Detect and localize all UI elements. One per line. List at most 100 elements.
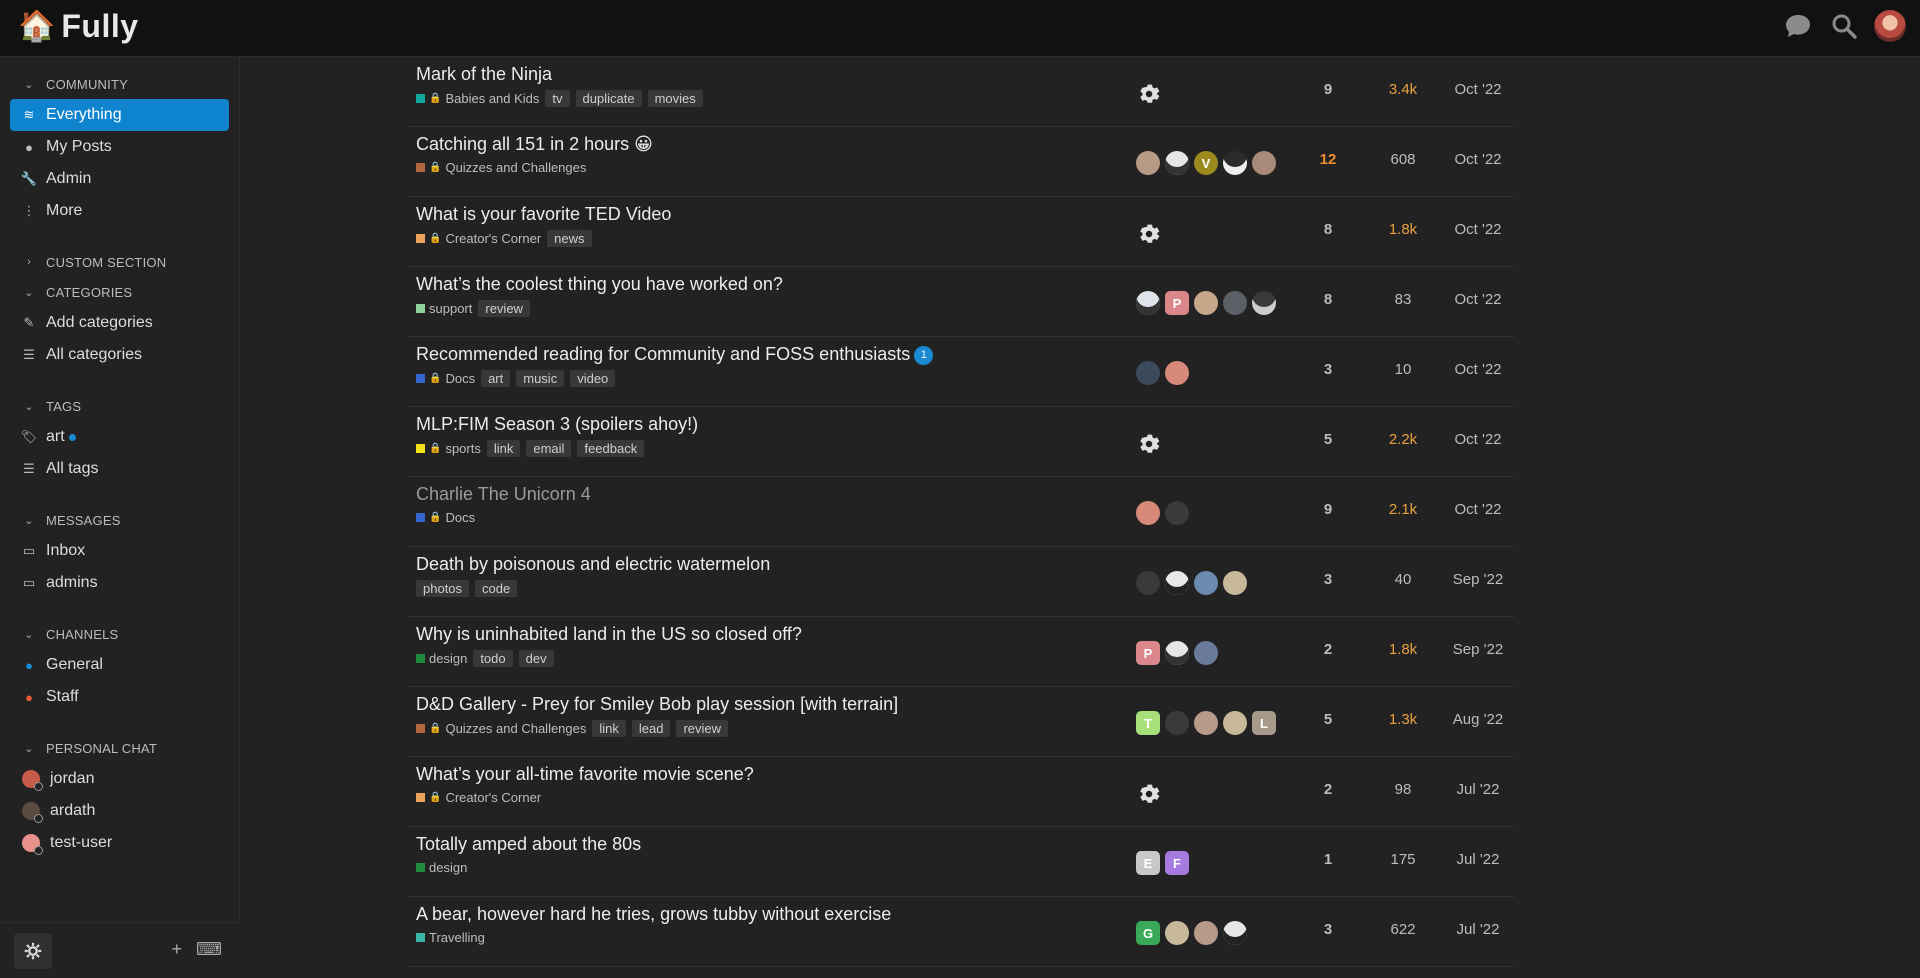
avatar[interactable]: G — [1136, 921, 1160, 945]
avatar[interactable] — [1165, 501, 1189, 525]
reply-count[interactable]: 8 — [1308, 291, 1348, 308]
sidebar-item-chat-test-user[interactable]: test-user — [0, 827, 239, 859]
topic-title[interactable]: Mark of the Ninja — [416, 64, 552, 85]
topic-title-text[interactable]: What’s your all-time favorite movie scen… — [416, 764, 754, 784]
reply-count[interactable]: 2 — [1308, 641, 1348, 658]
topic-row[interactable]: What is your favorite TED Video 🔒 Creator'… — [408, 197, 1514, 267]
activity-date[interactable]: Jul '22 — [1448, 851, 1508, 868]
category-name[interactable]: support — [429, 301, 472, 316]
topic-row[interactable]: Charlie The Unicorn 4 🔒 Docs 9 2.1k Oct '22 — [408, 477, 1514, 547]
avatar[interactable] — [1252, 291, 1276, 315]
sidebar-item-all-tags[interactable]: ☰ All tags — [0, 453, 239, 485]
topic-tag[interactable]: email — [526, 440, 572, 457]
section-channels[interactable]: ⌄ CHANNELS — [0, 619, 239, 649]
category-name[interactable]: Babies and Kids — [445, 91, 539, 106]
gear-icon[interactable] — [1136, 221, 1162, 252]
reply-count[interactable]: 8 — [1308, 221, 1348, 238]
topic-tag[interactable]: dev — [518, 650, 554, 667]
topic-row[interactable]: What’s your all-time favorite movie scen… — [408, 757, 1514, 827]
sidebar-item-my-posts[interactable]: ● My Posts — [0, 131, 239, 163]
sidebar-item-channel-general[interactable]: ● General — [0, 649, 239, 681]
avatar[interactable] — [1252, 151, 1276, 175]
avatar[interactable] — [1165, 921, 1189, 945]
topic-row[interactable]: Catching all 151 in 2 hours 😀 🔒 Quizzes an… — [408, 127, 1514, 197]
topic-title[interactable]: A bear, however hard he tries, grows tub… — [416, 904, 891, 925]
activity-date[interactable]: Oct '22 — [1448, 501, 1508, 518]
topic-title[interactable]: MLP:FIM Season 3 (spoilers ahoy!) — [416, 414, 698, 435]
avatar[interactable] — [1165, 641, 1189, 665]
topic-title-text[interactable]: Charlie The Unicorn 4 — [416, 484, 591, 504]
reply-count[interactable]: 3 — [1308, 571, 1348, 588]
topic-title-text[interactable]: A bear, however hard he tries, grows tub… — [416, 904, 891, 924]
site-logo[interactable]: 🏠 Fully — [18, 8, 139, 45]
gear-icon[interactable] — [1136, 781, 1162, 812]
avatar[interactable] — [1165, 151, 1189, 175]
topic-title-text[interactable]: Totally amped about the 80s — [416, 834, 641, 854]
topic-tag[interactable]: art — [481, 370, 511, 387]
topic-tag[interactable]: review — [478, 300, 530, 317]
reply-count[interactable]: 2 — [1308, 781, 1348, 798]
category-badge[interactable]: Travelling — [416, 930, 485, 945]
avatar[interactable]: T — [1136, 711, 1160, 735]
section-tags[interactable]: ⌄ TAGS — [0, 391, 239, 421]
topic-row[interactable]: Recommended reading for Community and FO… — [408, 337, 1514, 407]
avatar[interactable]: F — [1165, 851, 1189, 875]
avatar[interactable] — [1194, 641, 1218, 665]
category-name[interactable]: Creator's Corner — [445, 231, 541, 246]
reply-count[interactable]: 9 — [1308, 501, 1348, 518]
topic-title-text[interactable]: Catching all 151 in 2 hours 😀 — [416, 134, 653, 154]
topic-row[interactable]: Why is uninhabited land in the US so clo… — [408, 617, 1514, 687]
topic-title-text[interactable]: Death by poisonous and electric watermel… — [416, 554, 770, 574]
avatar[interactable]: V — [1194, 151, 1218, 175]
avatar[interactable] — [1194, 711, 1218, 735]
section-community[interactable]: ⌄ COMMUNITY — [0, 69, 239, 99]
activity-date[interactable]: Oct '22 — [1448, 361, 1508, 378]
topic-tag[interactable]: photos — [416, 580, 470, 597]
reply-count[interactable]: 12 — [1308, 151, 1348, 168]
avatar[interactable] — [1165, 571, 1189, 595]
topic-title-text[interactable]: Mark of the Ninja — [416, 64, 552, 84]
topic-title-text[interactable]: What’s the coolest thing you have worked… — [416, 274, 783, 294]
reply-count[interactable]: 1 — [1308, 851, 1348, 868]
topic-tag[interactable]: link — [486, 440, 521, 457]
topic-tag[interactable]: news — [547, 230, 592, 247]
topic-title[interactable]: Charlie The Unicorn 4 — [416, 484, 591, 505]
topic-row[interactable]: Death by poisonous and electric watermel… — [408, 547, 1514, 617]
category-badge[interactable]: design — [416, 651, 467, 666]
avatar[interactable] — [1136, 501, 1160, 525]
sidebar-item-inbox[interactable]: ▭ Inbox — [0, 535, 239, 567]
topic-row[interactable]: Totally amped about the 80s design E F 1 175 J… — [408, 827, 1514, 897]
category-name[interactable]: Travelling — [429, 930, 485, 945]
category-badge[interactable]: 🔒 sports — [416, 441, 481, 456]
sidebar-item-admins[interactable]: ▭ admins — [0, 567, 239, 599]
avatar[interactable] — [1223, 921, 1247, 945]
activity-date[interactable]: Oct '22 — [1448, 431, 1508, 448]
sidebar-item-chat-jordan[interactable]: jordan — [0, 763, 239, 795]
avatar[interactable]: E — [1136, 851, 1160, 875]
topic-row[interactable]: Mark of the Ninja 🔒 Babies and Kids tv dupli… — [408, 57, 1514, 127]
reply-count[interactable]: 3 — [1308, 361, 1348, 378]
activity-date[interactable]: Sep '22 — [1448, 571, 1508, 588]
category-badge[interactable]: 🔒 Creator's Corner — [416, 231, 541, 246]
activity-date[interactable]: Oct '22 — [1448, 221, 1508, 238]
topic-row[interactable]: A bear, however hard he tries, grows tub… — [408, 897, 1514, 967]
topic-title[interactable]: Recommended reading for Community and FO… — [416, 344, 934, 365]
section-messages[interactable]: ⌄ MESSAGES — [0, 505, 239, 535]
avatar[interactable] — [1194, 571, 1218, 595]
topic-title[interactable]: Why is uninhabited land in the US so clo… — [416, 624, 802, 645]
category-badge[interactable]: 🔒 Quizzes and Challenges — [416, 160, 586, 175]
avatar[interactable] — [1165, 711, 1189, 735]
plus-icon[interactable]: + — [172, 939, 183, 960]
topic-tag[interactable]: link — [592, 720, 626, 737]
topic-title[interactable]: D&D Gallery - Prey for Smiley Bob play s… — [416, 694, 898, 715]
activity-date[interactable]: Oct '22 — [1448, 291, 1508, 308]
topic-tag[interactable]: movies — [647, 90, 703, 107]
topic-tag[interactable]: code — [475, 580, 518, 597]
topic-title-text[interactable]: Why is uninhabited land in the US so clo… — [416, 624, 802, 644]
topic-title-text[interactable]: D&D Gallery - Prey for Smiley Bob play s… — [416, 694, 898, 714]
sidebar-item-channel-staff[interactable]: ● Staff — [0, 681, 239, 713]
topic-tag[interactable]: review — [676, 720, 729, 737]
sidebar-item-admin[interactable]: 🔧 Admin — [0, 163, 239, 195]
activity-date[interactable]: Oct '22 — [1448, 81, 1508, 98]
search-icon[interactable] — [1828, 10, 1860, 42]
